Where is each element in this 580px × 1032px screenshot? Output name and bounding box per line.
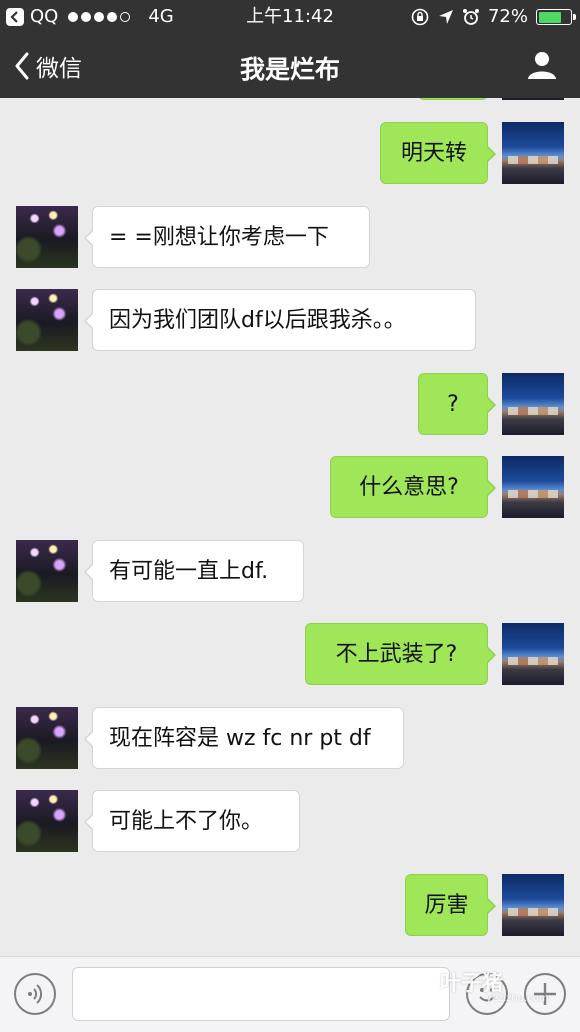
contact-avatar[interactable] [16,289,78,351]
contact-avatar[interactable] [16,790,78,852]
voice-input-button[interactable] [14,973,56,1015]
battery-percent: 72% [487,6,528,27]
message-text-input[interactable] [72,967,450,1021]
my-avatar[interactable] [502,98,564,100]
message-bubble[interactable]: 现在阵容是 wz fc nr pt df [84,707,404,769]
my-avatar[interactable] [502,122,564,184]
battery-icon [536,9,576,25]
message-bubble[interactable]: ? [418,373,496,435]
message-bubble[interactable]: 可能上不了你。 [84,790,300,852]
battery-level [538,11,561,23]
message-bubble-partial[interactable] [418,98,488,100]
watermark-sub: yezizhu.com [486,993,549,1004]
message-bubble[interactable]: 明天转 [380,122,496,184]
my-avatar[interactable] [502,623,564,685]
message-bubble[interactable]: 有可能一直上df. [84,540,304,602]
chat-profile-button[interactable] [526,49,558,85]
person-icon [528,52,556,79]
message-bubble[interactable]: 什么意思? [330,456,496,518]
contact-avatar[interactable] [16,707,78,769]
chat-header: 微信 我是烂布 [0,34,580,98]
site-watermark: 叶子猪 yezizhu.com [440,967,549,1004]
message-bubble[interactable]: 因为我们团队df以后跟我杀。。 [84,289,476,351]
chat-title: 我是烂布 [239,55,340,84]
message-bubble[interactable]: 厉害 [405,874,496,936]
contact-avatar[interactable] [16,206,78,268]
message-bubble[interactable]: 不上武装了? [305,623,496,685]
message-list[interactable]: 明天转 = =刚想让你考虑一下 因为我们团队df以后跟我杀。。 ? 什么意思? … [0,98,580,956]
status-bar: QQ 4G 上午11:42 72% [0,0,580,34]
contact-avatar[interactable] [16,540,78,602]
my-avatar[interactable] [502,874,564,936]
status-right: 72% [410,0,576,34]
message-input-bar: 叶子猪 yezizhu.com [0,956,580,1032]
my-avatar[interactable] [502,373,564,435]
location-icon [438,10,453,24]
watermark-text: 叶子猪 [440,971,503,995]
message-bubble[interactable]: = =刚想让你考虑一下 [84,206,370,268]
rotation-lock-icon [411,8,429,26]
voice-wave-icon [28,984,43,1004]
my-avatar[interactable] [502,456,564,518]
alarm-icon [462,9,479,25]
